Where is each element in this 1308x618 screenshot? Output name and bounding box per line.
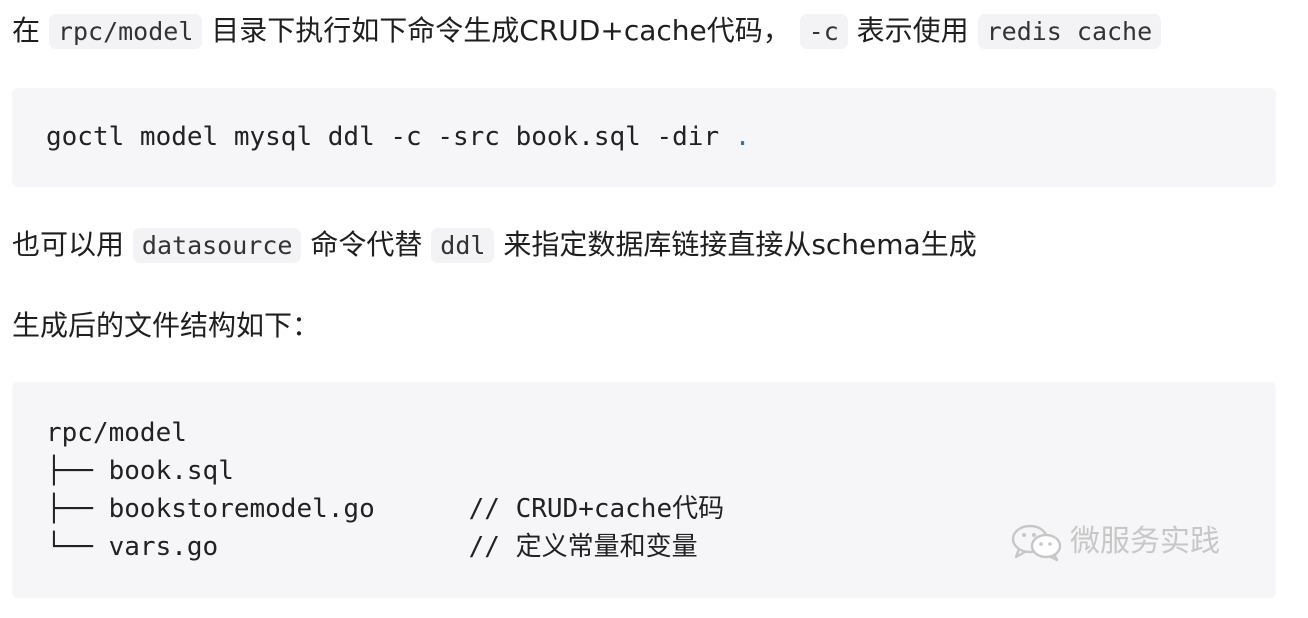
tree-item-bookstoremodel-go: ├── bookstoremodel.go // CRUD+cache代码 bbox=[46, 490, 724, 529]
inline-code-rpc-model: rpc/model bbox=[48, 14, 203, 49]
tree-branch: ├── bbox=[46, 456, 109, 486]
code-block-command: goctl model mysql ddl -c -src book.sql -… bbox=[12, 88, 1276, 187]
inline-code-redis-cache: redis cache bbox=[977, 14, 1162, 49]
tree-root: rpc/model bbox=[46, 414, 187, 453]
paragraph-1-text-2: 目录下执行如下命令生成CRUD+cache代码， bbox=[211, 14, 791, 47]
paragraph-3-text: 生成后的文件结构如下： bbox=[12, 309, 321, 342]
code-command-dot: . bbox=[734, 122, 751, 152]
tree-branch: └── bbox=[46, 532, 109, 562]
paragraph-1-text-3: 表示使用 bbox=[856, 14, 969, 47]
tree-item-book-sql: ├── book.sql bbox=[46, 452, 469, 491]
inline-code-datasource: datasource bbox=[132, 228, 302, 263]
paragraph-1-text-1: 在 bbox=[12, 14, 41, 47]
code-command-text: goctl model mysql ddl -c -src book.sql -… bbox=[46, 122, 720, 152]
wechat-icon bbox=[1010, 522, 1064, 562]
tree-file-name: vars.go bbox=[108, 532, 219, 562]
watermark: 微服务实践 bbox=[1010, 522, 1220, 562]
code-block-file-tree: rpc/model ├── book.sql ├── bookstoremode… bbox=[12, 382, 1276, 598]
tree-branch: ├── bbox=[46, 494, 109, 524]
inline-code-c-flag: -c bbox=[799, 14, 848, 49]
tree-file-name: bookstoremodel.go bbox=[108, 494, 375, 524]
inline-code-ddl: ddl bbox=[431, 228, 495, 263]
tree-item-vars-go: └── vars.go // 定义常量和变量 bbox=[46, 528, 698, 567]
paragraph-2-text-1: 也可以用 bbox=[12, 228, 125, 261]
paragraph-2-text-3: 来指定数据库链接直接从schema生成 bbox=[503, 228, 977, 261]
tree-file-name: book.sql bbox=[108, 456, 234, 486]
paragraph-2-text-2: 命令代替 bbox=[310, 228, 423, 261]
paragraph-3: 生成后的文件结构如下： bbox=[12, 305, 320, 347]
paragraph-2: 也可以用 datasource 命令代替 ddl 来指定数据库链接直接从sche… bbox=[12, 224, 977, 267]
tree-root-label: rpc/model bbox=[46, 418, 187, 448]
tree-file-comment: // CRUD+cache代码 bbox=[468, 494, 725, 524]
tree-file-comment: // 定义常量和变量 bbox=[468, 532, 698, 562]
paragraph-1: 在 rpc/model 目录下执行如下命令生成CRUD+cache代码， -c … bbox=[12, 10, 1162, 53]
watermark-text: 微服务实践 bbox=[1070, 524, 1220, 559]
code-command-line: goctl model mysql ddl -c -src book.sql -… bbox=[46, 118, 750, 157]
